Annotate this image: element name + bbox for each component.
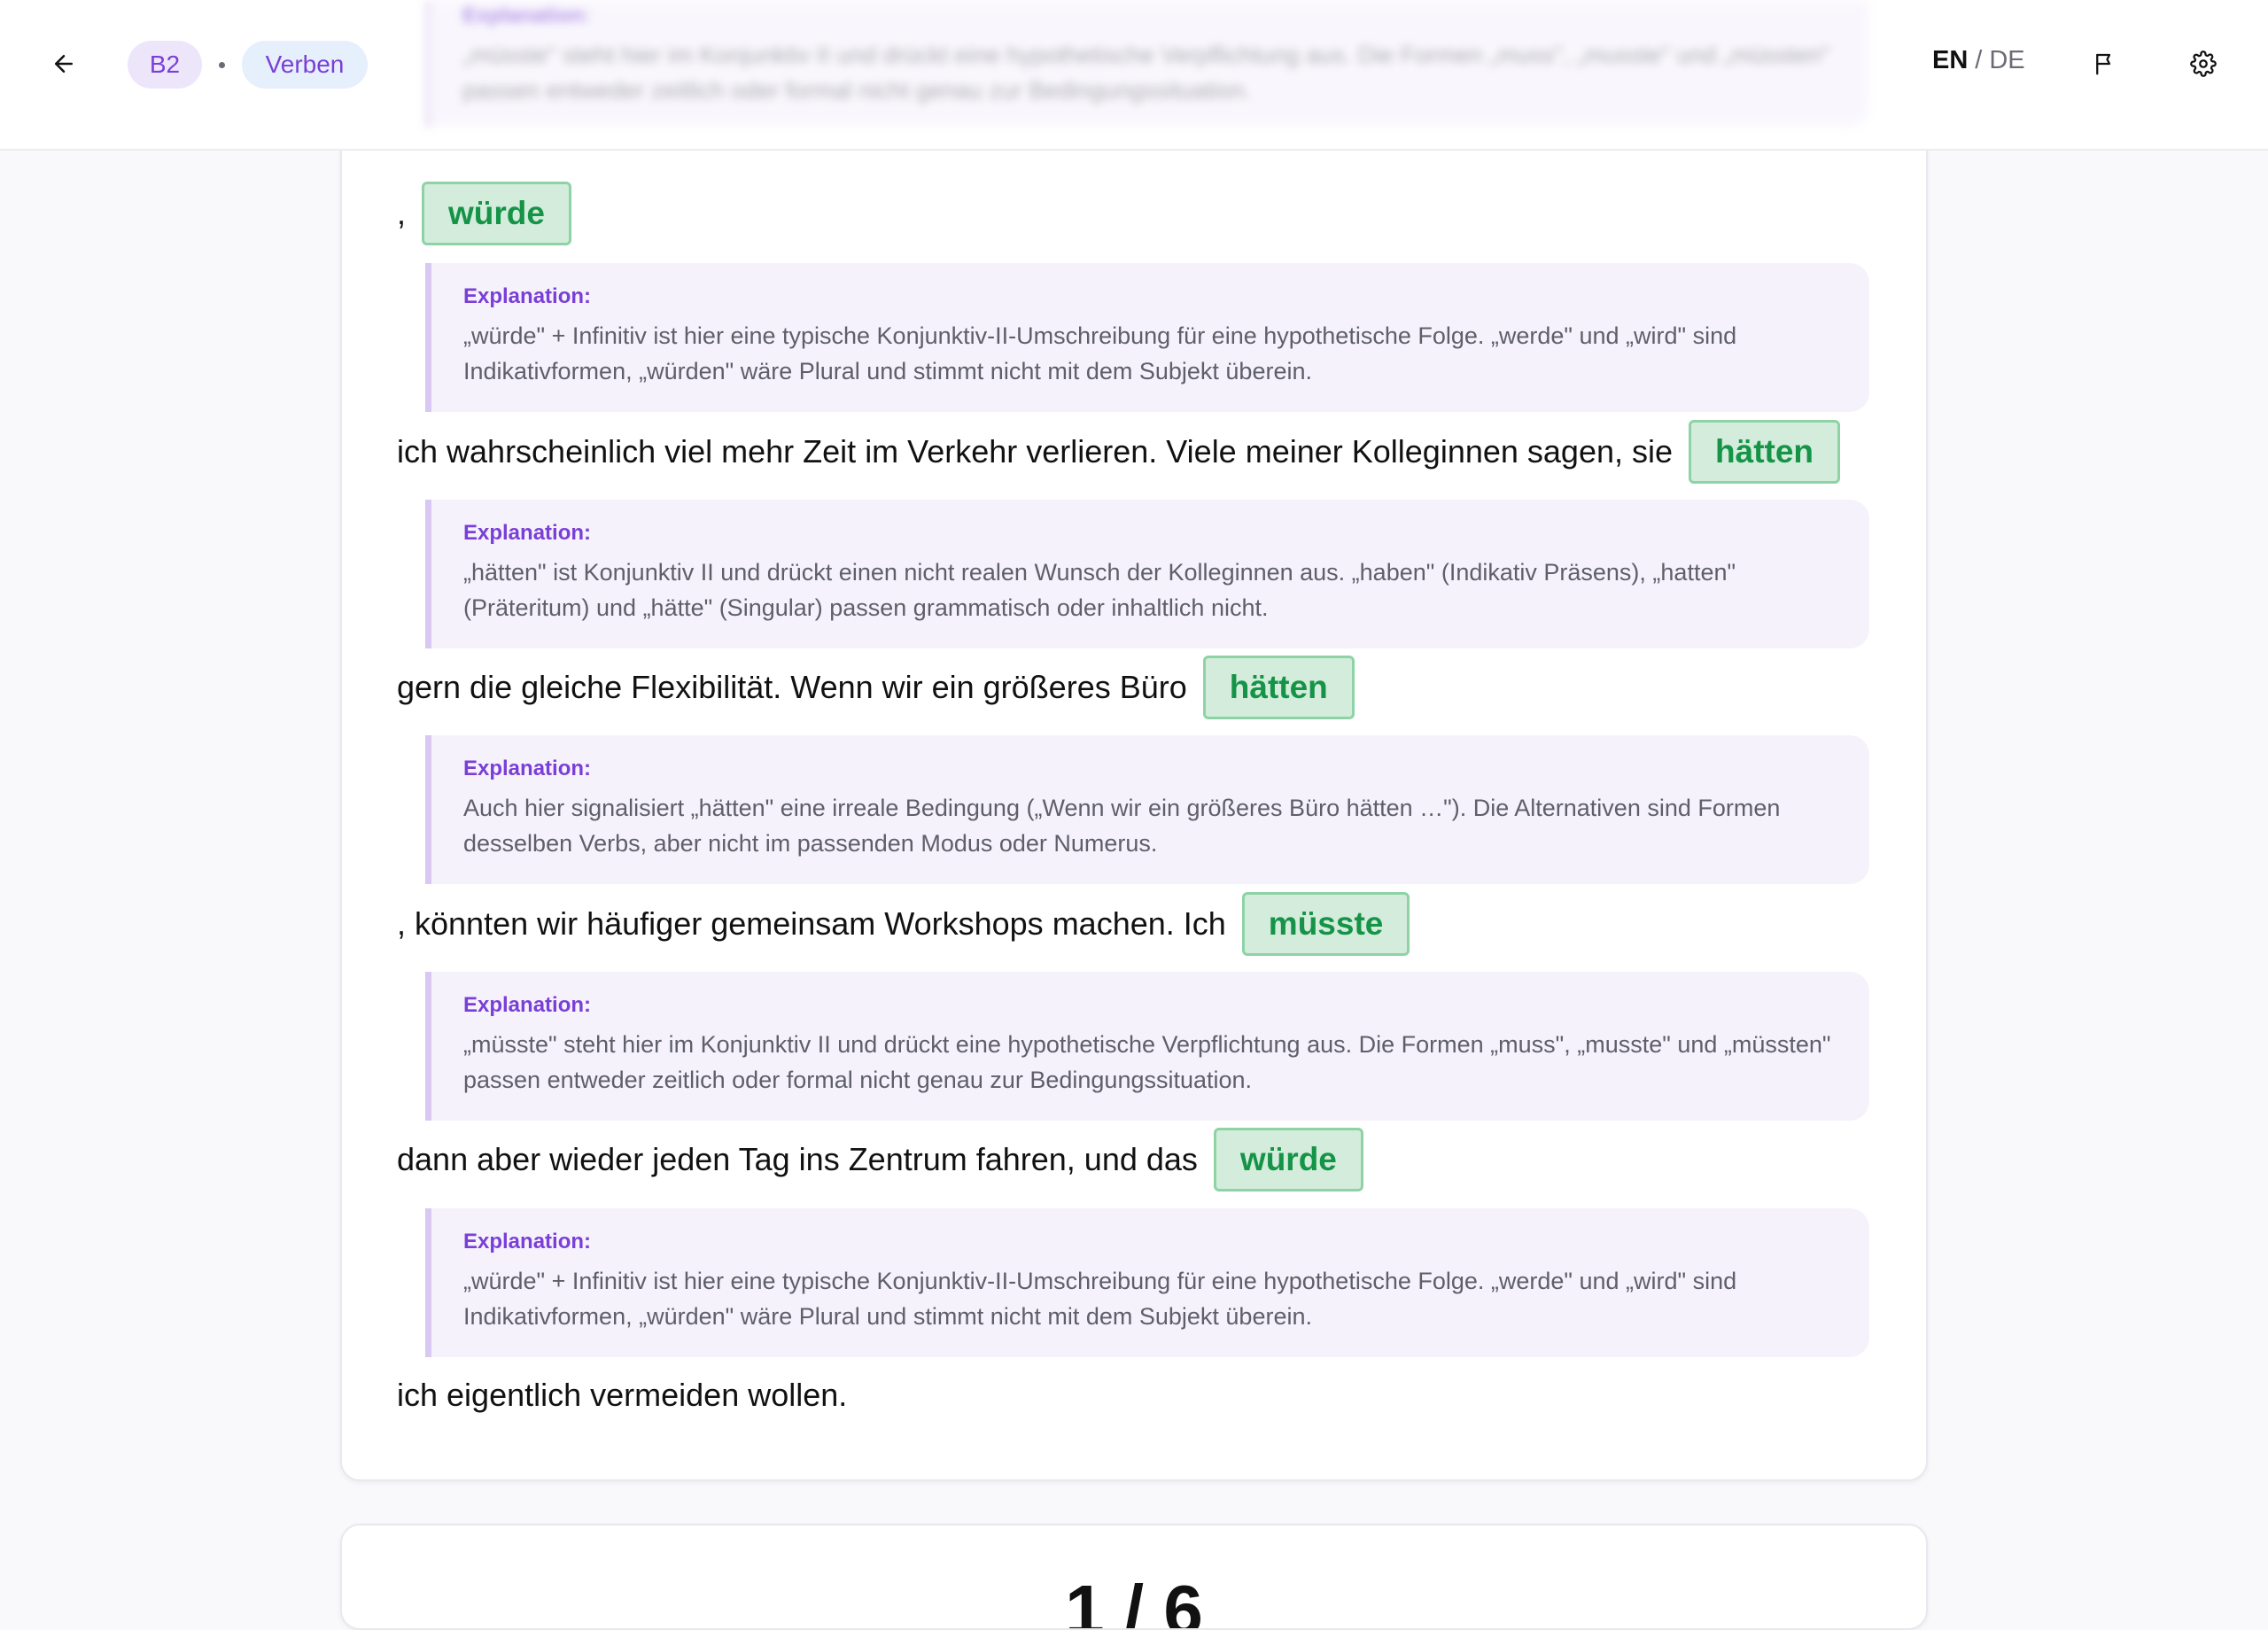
explanation-text: Auch hier signalisiert „hätten" eine irr… xyxy=(463,795,1781,857)
gear-icon xyxy=(2190,50,2217,77)
segment-text: , könnten wir häufiger gemeinsam Worksho… xyxy=(397,905,1226,942)
explanation-label: Explanation: xyxy=(463,284,592,308)
sentence-segment: , könnten wir häufiger gemeinsam Worksho… xyxy=(397,892,1410,956)
flag-icon xyxy=(2096,53,2111,75)
explanation-text: „würde" + Infinitiv ist hier eine typisc… xyxy=(463,322,1737,384)
explanation-text: „würde" + Infinitiv ist hier eine typisc… xyxy=(463,1268,1737,1330)
sentence-segment: ich wahrscheinlich viel mehr Zeit im Ver… xyxy=(397,420,1841,484)
separator-dot xyxy=(219,62,225,68)
language-toggle[interactable]: EN / DE xyxy=(1932,46,2025,75)
answer-chip[interactable]: würde xyxy=(422,182,571,245)
explanation-text: „hätten" ist Konjunktiv II und drückt ei… xyxy=(463,559,1736,621)
lang-de-option[interactable]: DE xyxy=(1989,46,2024,75)
segment-text: , xyxy=(397,195,407,231)
sentence-segment: dann aber wieder jeden Tag ins Zentrum f… xyxy=(397,1128,1363,1191)
topic-badge: Verben xyxy=(242,41,368,89)
scrolled-explanation-ghost: Explanation: „müsste" steht hier im Konj… xyxy=(425,0,1869,128)
ghost-explanation-text: „müsste" steht hier im Konjunktiv II und… xyxy=(462,42,1830,104)
top-bar: B2 Verben Explanation: „müsste" steht hi… xyxy=(0,0,2268,151)
explanation-box: Explanation: „hätten" ist Konjunktiv II … xyxy=(425,500,1869,648)
explanation-box: Explanation: „würde" + Infinitiv ist hie… xyxy=(425,1208,1869,1357)
explanation-label: Explanation: xyxy=(463,521,592,545)
progress-counter: 1 / 6 xyxy=(1065,1571,1203,1630)
answer-chip[interactable]: hätten xyxy=(1689,420,1841,484)
segment-text: gern die gleiche Flexibilität. Wenn wir … xyxy=(397,669,1187,705)
explanation-box: Explanation: „müsste" steht hier im Konj… xyxy=(425,972,1869,1121)
ghost-explanation-label: Explanation: xyxy=(462,4,591,27)
answer-chip[interactable]: müsste xyxy=(1241,892,1410,956)
segment-text: ich wahrscheinlich viel mehr Zeit im Ver… xyxy=(397,433,1674,470)
settings-button[interactable] xyxy=(2179,39,2228,89)
sentence-segment: , würde xyxy=(397,182,571,245)
explanation-label: Explanation: xyxy=(463,1230,592,1254)
explanation-text: „müsste" steht hier im Konjunktiv II und… xyxy=(463,1031,1831,1093)
level-badge: B2 xyxy=(128,41,202,89)
progress-card: 1 / 6 xyxy=(340,1524,1928,1630)
explanation-box: Explanation: „würde" + Infinitiv ist hie… xyxy=(425,263,1869,412)
lang-separator: / xyxy=(1975,46,1983,74)
explanation-label: Explanation: xyxy=(463,757,592,780)
back-button[interactable] xyxy=(41,41,87,87)
explanation-box: Explanation: Auch hier signalisiert „hät… xyxy=(425,735,1869,884)
arrow-left-icon xyxy=(55,55,73,73)
lang-en-option[interactable]: EN xyxy=(1932,46,1968,75)
answer-chip[interactable]: würde xyxy=(1213,1128,1363,1191)
sentence-ending: ich eigentlich vermeiden wollen. xyxy=(397,1377,848,1413)
explanation-label: Explanation: xyxy=(463,993,592,1017)
answer-chip[interactable]: hätten xyxy=(1202,656,1355,719)
report-button[interactable] xyxy=(2080,39,2130,89)
segment-text: dann aber wieder jeden Tag ins Zentrum f… xyxy=(397,1141,1198,1177)
sentence-segment: gern die gleiche Flexibilität. Wenn wir … xyxy=(397,656,1355,719)
